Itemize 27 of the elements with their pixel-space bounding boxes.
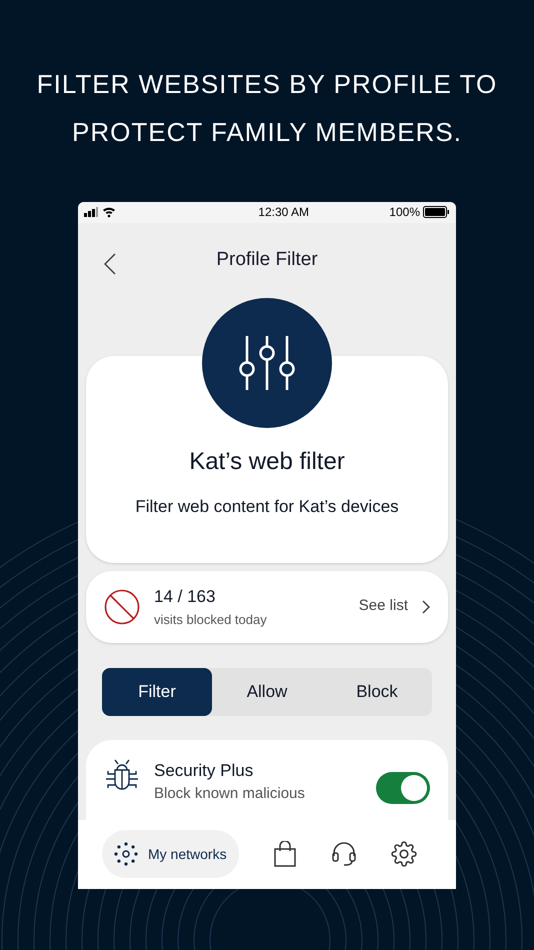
profile-title: Kat’s web filter [189, 446, 345, 477]
profile-subtitle: Filter web content for Kat’s devices [135, 496, 399, 518]
chevron-right-icon [422, 600, 430, 614]
back-button[interactable] [104, 252, 116, 275]
battery-icon [423, 206, 450, 218]
status-time: 12:30 AM [258, 204, 309, 222]
blocked-caption: visits blocked today [154, 610, 267, 629]
toggle-switch[interactable] [376, 772, 430, 804]
see-list-link[interactable]: See list [358, 595, 430, 618]
headline: FILTER WEBSITES BY PROFILE TO PROTECT FAMILY MEMBERS. [36, 68, 498, 149]
settings-icon [390, 841, 417, 868]
feature-title: Security Plus [154, 760, 254, 782]
screen-title: Profile Filter [216, 248, 318, 272]
segment-tab[interactable]: Allow [212, 668, 322, 716]
signal-wifi-icon [84, 206, 118, 218]
feature-description: Block known malicious [154, 784, 305, 804]
shopping-bag-icon [272, 841, 297, 868]
segment-tab[interactable]: Filter [102, 668, 212, 716]
headset-icon [330, 841, 357, 868]
blocked-icon [104, 588, 140, 625]
sliders-icon [239, 334, 295, 392]
back-icon [104, 252, 116, 275]
segment-tab[interactable]: Block [322, 668, 432, 716]
blocked-count: 14 / 163 [154, 586, 216, 608]
dots-circle-icon [114, 842, 138, 866]
nav-item[interactable]: My networks [102, 830, 239, 878]
battery-percent: 100% [389, 204, 420, 222]
